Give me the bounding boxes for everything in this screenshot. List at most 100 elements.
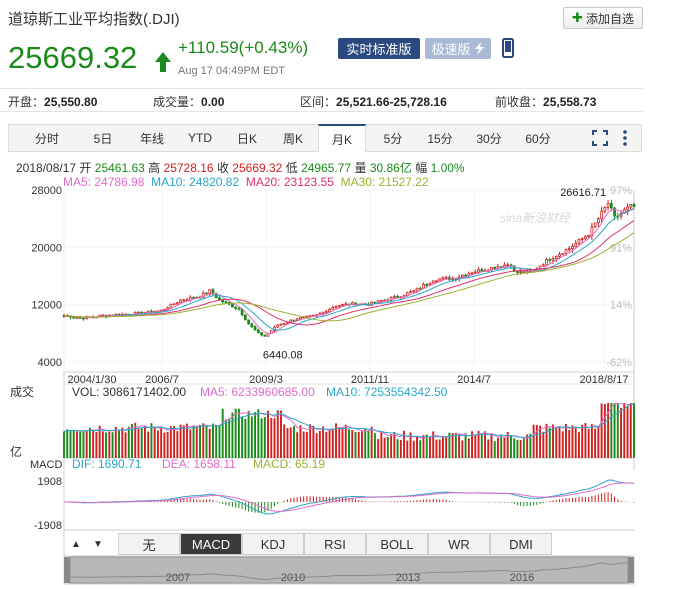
volume-bar (218, 425, 221, 458)
volume-bar (160, 427, 163, 458)
volume-bar (535, 425, 538, 458)
candle-body (493, 266, 497, 269)
volume-bar (88, 427, 91, 458)
volume-bar (458, 433, 461, 458)
volume-bar (169, 426, 172, 458)
volume-bar (348, 429, 350, 458)
volume-bar (445, 436, 448, 458)
navigator-year: 2013 (396, 572, 420, 584)
volume-bar (322, 426, 325, 458)
candle-body (224, 301, 228, 304)
y-tick-right-label: -62% (606, 357, 632, 369)
volume-bar (153, 427, 156, 458)
candle-body (396, 295, 399, 298)
volume-bar (587, 428, 590, 458)
volume-bar (367, 430, 370, 458)
volume-bar (545, 423, 548, 458)
ma20-line (63, 220, 635, 326)
volume-bar (143, 426, 146, 458)
volume-bar (215, 425, 218, 458)
candle-body (435, 280, 438, 283)
candle-body (208, 289, 212, 294)
candle-body (425, 284, 429, 286)
y-tick-label: 12000 (31, 300, 62, 312)
volume-bar (114, 426, 117, 458)
volume-bar (477, 430, 480, 458)
volume-bar (377, 438, 380, 458)
volume-bar (620, 407, 623, 458)
volume-bar (360, 431, 363, 458)
indicator-tab-4[interactable]: BOLL (366, 533, 428, 555)
candle-body (137, 311, 140, 314)
candle-body (334, 305, 338, 308)
volume-bar (137, 428, 140, 458)
indicator-tab-6[interactable]: DMI (490, 533, 552, 555)
volume-bar (516, 439, 519, 458)
volume-bar (467, 438, 470, 458)
volume-bar (202, 423, 205, 458)
candle-body (380, 300, 383, 303)
candle-body (182, 299, 186, 302)
indicator-tab-1[interactable]: MACD (180, 533, 242, 555)
candle-body (341, 303, 344, 306)
volume-bar (506, 432, 509, 458)
low-annotation: 6440.08 (263, 350, 303, 362)
volume-bar (357, 431, 360, 458)
candle-body (480, 269, 484, 272)
volume-bar (393, 431, 396, 458)
volume-bar (283, 424, 286, 458)
candle-body (175, 302, 179, 305)
candle-body (548, 259, 552, 261)
candle-body (243, 314, 247, 321)
candle-body (571, 246, 574, 249)
volume-bar (224, 419, 227, 458)
candle-body (561, 253, 565, 256)
navigator-left-handle[interactable] (64, 557, 70, 583)
indicator-tab-0[interactable]: 无 (118, 533, 180, 555)
candle-body (240, 308, 244, 316)
volume-bar (208, 428, 211, 458)
indicator-tab-2[interactable]: KDJ (242, 533, 304, 555)
candle-body (344, 303, 348, 306)
volume-bar (364, 428, 367, 458)
indicator-tab-3[interactable]: RSI (304, 533, 366, 555)
volume-bar (257, 409, 260, 458)
candle-body (580, 238, 584, 240)
volume-bar (105, 432, 108, 458)
candle-body (192, 296, 195, 299)
kline-chart[interactable]: 28000 97%20000 91%12000 14%4000 -62%2004/1/3… (0, 0, 676, 590)
volume-bar (351, 430, 354, 458)
y-tick-label: 4000 (38, 357, 62, 369)
volume-ma5: MA5: 6233960685.00 (200, 385, 315, 399)
volume-bar (610, 403, 613, 458)
candle-body (438, 278, 442, 282)
candle-body (564, 249, 568, 255)
volume-bar (542, 431, 545, 458)
volume-bar (584, 423, 587, 458)
candle-body (305, 315, 309, 318)
candle-body (609, 203, 613, 209)
volume-bar (354, 431, 357, 458)
candle-body (250, 323, 254, 328)
candle-body (516, 270, 519, 273)
volume-bar (118, 429, 121, 458)
volume-bar (438, 439, 441, 458)
volume-bar (69, 430, 72, 458)
candle-body (597, 218, 600, 224)
volume-bar (503, 437, 506, 458)
volume-bar (565, 424, 567, 458)
volume-bar (305, 431, 308, 458)
candle-body (321, 311, 325, 315)
navigator-right-handle[interactable] (628, 557, 634, 583)
volume-bar (480, 434, 483, 458)
volume-bar (555, 428, 558, 458)
candle-body (506, 264, 510, 267)
indicator-tab-5[interactable]: WR (428, 533, 490, 555)
volume-bar (280, 410, 282, 458)
volume-bar (192, 426, 195, 458)
volume-bar (594, 428, 597, 458)
volume-bar (221, 408, 224, 458)
volume-bar (66, 429, 69, 458)
candle-body (538, 265, 542, 270)
volume-bar (82, 431, 85, 458)
